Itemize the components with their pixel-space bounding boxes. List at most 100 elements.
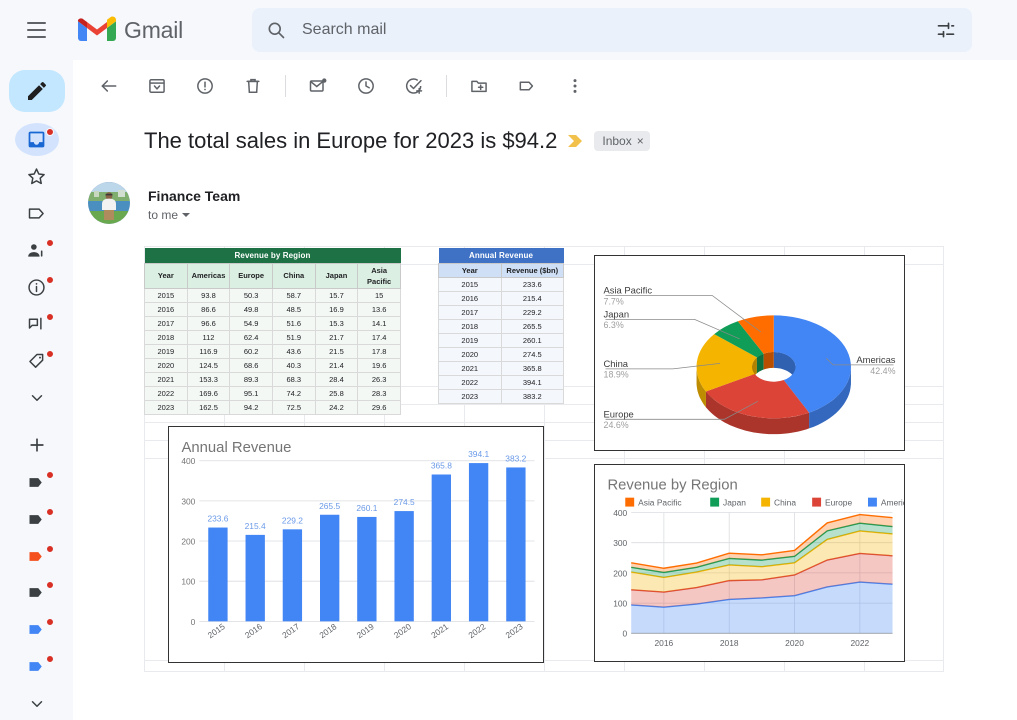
recipient-details[interactable]: to me — [148, 208, 240, 222]
custom-label-3[interactable] — [15, 540, 59, 573]
cell: 17.4 — [358, 330, 401, 344]
tag-icon — [26, 582, 47, 603]
annual-revenue-bar-chart[interactable]: Annual Revenue0100200300400233.62015215.… — [168, 426, 544, 663]
custom-label-5[interactable] — [15, 613, 59, 646]
legend-swatch — [868, 498, 877, 507]
status-badge[interactable]: Inbox × — [594, 131, 649, 151]
table-row: 2017229.2 — [439, 305, 564, 319]
archive-button[interactable] — [137, 66, 177, 106]
plus-icon — [27, 435, 47, 455]
gmail-logo[interactable]: Gmail — [78, 16, 183, 44]
cell: 153.3 — [187, 372, 230, 386]
donut-slice-label: Japan — [604, 308, 630, 319]
add-to-tasks-button[interactable] — [394, 66, 434, 106]
back-button[interactable] — [89, 66, 129, 106]
x-axis-tick: 2016 — [655, 638, 674, 648]
compose-button[interactable] — [9, 70, 65, 112]
cell: 2017 — [439, 305, 502, 319]
search-icon[interactable] — [256, 10, 296, 50]
legend-label: Asia Pacific — [638, 498, 681, 508]
cell: 15.3 — [315, 316, 358, 330]
bar-data-label: 394.1 — [468, 449, 489, 459]
cell: 2016 — [145, 302, 188, 316]
search-bar[interactable] — [252, 8, 972, 52]
sidebar-item-chat[interactable] — [15, 308, 59, 341]
avatar[interactable] — [88, 182, 130, 224]
main-menu-icon[interactable] — [16, 10, 56, 50]
custom-label-1[interactable] — [15, 466, 59, 499]
donut-slice-label: Asia Pacific — [604, 285, 653, 296]
search-options-icon[interactable] — [926, 10, 966, 50]
custom-label-2[interactable] — [15, 503, 59, 536]
more-options-button[interactable] — [555, 66, 595, 106]
sidebar-item-inbox[interactable] — [15, 123, 59, 156]
chevron-down-icon — [182, 213, 190, 217]
cell: 124.5 — [187, 358, 230, 372]
sidebar-item-label[interactable] — [15, 197, 59, 230]
revenue-by-region-area-chart[interactable]: Revenue by RegionAsia PacificJapanChinaE… — [594, 464, 905, 662]
star-icon — [26, 166, 47, 187]
chevron-down-icon — [28, 695, 46, 713]
cell: 116.9 — [187, 344, 230, 358]
y-axis-tick: 200 — [613, 568, 627, 578]
info-icon — [26, 277, 47, 298]
sidebar-collapse-more[interactable] — [15, 687, 59, 720]
inbox-badge-dot — [46, 128, 54, 136]
close-icon[interactable]: × — [637, 135, 644, 147]
y-axis-tick: 0 — [191, 617, 196, 627]
donut-slice-value: 42.4% — [870, 366, 895, 376]
cell: 2022 — [145, 386, 188, 400]
add-label-button[interactable] — [15, 429, 59, 462]
x-axis-tick: 2020 — [392, 621, 413, 640]
cell: 2016 — [439, 291, 502, 305]
mark-unread-button[interactable] — [298, 66, 338, 106]
bar-data-label: 215.4 — [245, 521, 266, 531]
table-row: 2021365.8 — [439, 361, 564, 375]
message-toolbar — [73, 60, 1017, 112]
snooze-button[interactable] — [346, 66, 386, 106]
cell: 50.3 — [230, 288, 273, 302]
avatar-photo — [88, 182, 130, 224]
task-add-icon — [404, 76, 424, 96]
custom-label-4[interactable] — [15, 576, 59, 609]
important-marker-icon[interactable] — [567, 134, 584, 148]
cell: 51.6 — [272, 316, 315, 330]
cell: 229.2 — [501, 305, 564, 319]
delete-button[interactable] — [233, 66, 273, 106]
sidebar-item-info[interactable] — [15, 271, 59, 304]
bar — [246, 535, 265, 621]
cell: 89.3 — [230, 372, 273, 386]
table-row: 2020274.5 — [439, 347, 564, 361]
y-axis-tick: 0 — [623, 629, 628, 639]
sidebar-item-starred[interactable] — [15, 160, 59, 193]
tag-icon — [26, 472, 47, 493]
cell: 2015 — [145, 288, 188, 302]
cell: 112 — [187, 330, 230, 344]
sidebar-item-labels[interactable] — [15, 345, 59, 378]
sidebar-item-contacts[interactable] — [15, 234, 59, 267]
custom-label-6[interactable] — [15, 650, 59, 683]
cell: 95.1 — [230, 386, 273, 400]
arrow-left-icon — [99, 76, 119, 96]
labels-button[interactable] — [507, 66, 547, 106]
label-badge-dot — [46, 655, 54, 663]
cell: 15.7 — [315, 288, 358, 302]
cell: 169.6 — [187, 386, 230, 400]
table-row: 2019260.1 — [439, 333, 564, 347]
pencil-icon — [25, 79, 49, 103]
tag-icon — [26, 656, 47, 677]
bar-data-label: 274.5 — [394, 497, 415, 507]
report-spam-button[interactable] — [185, 66, 225, 106]
donut-slice-value: 18.9% — [604, 370, 629, 380]
sidebar-expand-more[interactable] — [15, 382, 59, 415]
info-badge-dot — [46, 276, 54, 284]
cell: 2019 — [439, 333, 502, 347]
search-input[interactable] — [296, 21, 926, 39]
sender-name: Finance Team — [148, 182, 240, 205]
donut-chart[interactable]: Asia Pacific7.7%Japan6.3%China18.9%Europ… — [594, 255, 905, 451]
table-row: 2020124.568.640.321.419.6 — [145, 358, 401, 372]
donut-slice-value: 6.3% — [604, 320, 624, 330]
move-to-button[interactable] — [459, 66, 499, 106]
table-row: 2019116.960.243.621.517.8 — [145, 344, 401, 358]
people-icon — [26, 240, 47, 261]
